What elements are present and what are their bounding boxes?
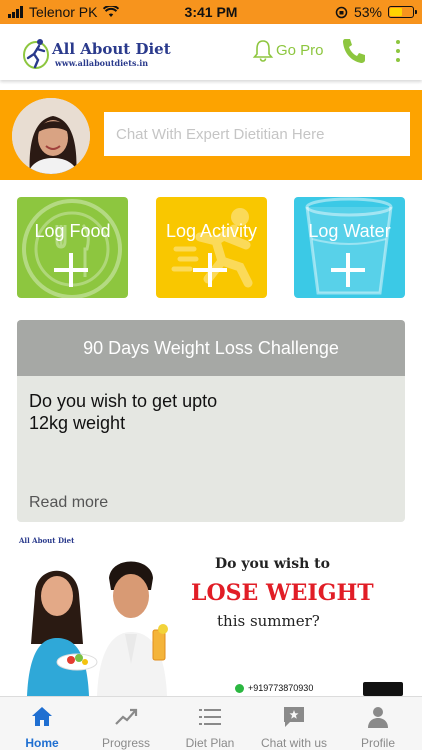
plus-icon [193, 253, 227, 287]
battery-icon [388, 6, 417, 18]
challenge-body-line2: 12kg weight [29, 413, 126, 433]
banner-couple-image [17, 534, 197, 696]
google-play-badge-icon [363, 682, 403, 696]
log-food-tile[interactable]: Log Food [17, 197, 128, 298]
tab-diet-plan[interactable]: Diet Plan [168, 697, 252, 750]
challenge-title: 90 Days Weight Loss Challenge [17, 320, 405, 376]
logo-runner-icon [23, 39, 49, 69]
log-activity-label: Log Activity [165, 221, 258, 241]
tab-profile-label: Profile [360, 736, 395, 750]
banner-headline-3: this summer? [217, 612, 320, 630]
tab-home-label: Home [25, 736, 59, 750]
avatar-image [12, 98, 90, 174]
read-more-link[interactable]: Read more [29, 494, 108, 512]
status-right: 53% [335, 4, 417, 20]
banner-headline-1: Do you wish to [215, 556, 330, 572]
log-food-label: Log Food [34, 221, 111, 241]
promo-banner[interactable]: All About Diet Do you wish to LOSE WEIGH… [17, 534, 405, 696]
logo-name: All About Diet [52, 40, 171, 58]
tab-home[interactable]: Home [0, 697, 84, 750]
banner-phone-number: +919773870930 [248, 683, 314, 693]
challenge-body-line1: Do you wish to get upto [29, 391, 218, 411]
phone-icon[interactable] [340, 36, 368, 66]
tab-progress[interactable]: Progress [84, 697, 168, 750]
more-vertical-icon[interactable] [394, 40, 402, 64]
tab-diet-plan-label: Diet Plan [185, 736, 235, 750]
battery-percent: 53% [353, 4, 382, 20]
chat-input[interactable] [104, 112, 410, 156]
chat-banner [0, 90, 422, 180]
tab-progress-label: Progress [101, 736, 151, 750]
banner-brand: All About Diet [19, 536, 75, 545]
tab-chat[interactable]: Chat with us [252, 697, 336, 750]
challenge-body: Do you wish to get upto 12kg weight [29, 390, 349, 434]
dietitian-avatar[interactable] [10, 96, 92, 176]
go-pro-button[interactable]: Go Pro [252, 38, 324, 62]
person-icon [368, 707, 388, 728]
chat-icon [284, 707, 304, 727]
logo-url: www.allaboutdiets.in [55, 58, 149, 68]
tab-chat-label: Chat with us [260, 736, 328, 750]
trend-icon [115, 708, 138, 725]
plus-icon [331, 253, 365, 287]
orientation-lock-icon [335, 6, 348, 18]
log-water-label: Log Water [308, 221, 391, 241]
whatsapp-icon [235, 684, 244, 694]
log-activity-tile[interactable]: Log Activity [156, 197, 267, 298]
app-header: All About Diet www.allaboutdiets.in Go P… [0, 24, 422, 80]
challenge-card[interactable]: 90 Days Weight Loss Challenge Do you wis… [17, 320, 405, 522]
go-pro-label: Go Pro [276, 41, 324, 59]
bottom-tab-bar: Home Progress Diet Plan Chat with us Pro… [0, 696, 422, 750]
logo[interactable]: All About Diet www.allaboutdiets.in [22, 36, 171, 70]
banner-headline-2: LOSE WEIGHT [191, 580, 374, 606]
banner-phone: +919773870930 [235, 683, 314, 694]
bell-icon [252, 40, 274, 62]
plus-icon [54, 253, 88, 287]
log-water-tile[interactable]: Log Water [294, 197, 405, 298]
tab-profile[interactable]: Profile [336, 697, 420, 750]
home-icon [32, 707, 52, 726]
list-icon [199, 709, 221, 725]
status-bar: Telenor PK 3:41 PM 53% [0, 0, 422, 24]
